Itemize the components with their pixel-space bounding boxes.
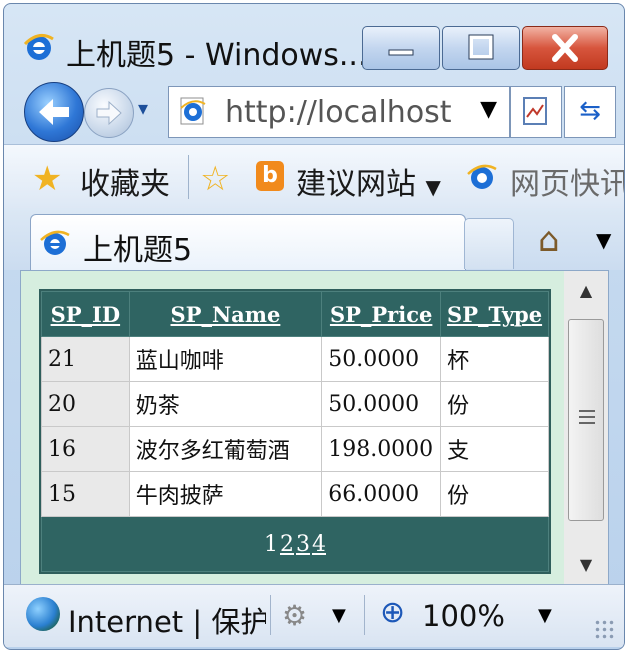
cell-sp-type: 份	[440, 471, 549, 517]
suggested-sites-label: 建议网站	[296, 167, 416, 202]
favorites-button[interactable]: 收藏夹	[80, 159, 170, 203]
refresh-button[interactable]: ⇆	[564, 86, 616, 138]
title-bar: 上机题5 - Windows...	[4, 4, 624, 82]
grid-header-row: SP_ID SP_Name SP_Price SP_Type	[41, 291, 549, 337]
home-icon: ⌂	[538, 220, 560, 260]
sort-sp-type-link[interactable]: SP_Type	[440, 291, 549, 337]
zoom-magnifier-icon[interactable]: ⊕	[380, 595, 405, 630]
cell-sp-price: 50.0000	[321, 336, 442, 382]
forward-arrow-icon	[96, 100, 122, 126]
recent-pages-dropdown-icon[interactable]: ▾	[138, 96, 148, 120]
sort-sp-price-link[interactable]: SP_Price	[321, 291, 442, 337]
web-slice-icon	[467, 164, 497, 189]
address-dropdown-icon[interactable]: ▼	[480, 97, 497, 122]
products-grid: SP_ID SP_Name SP_Price SP_Type 21 蓝山咖啡 5…	[39, 289, 551, 574]
cell-sp-name: 波尔多红葡萄酒	[128, 426, 323, 472]
scroll-thumb[interactable]	[568, 319, 604, 521]
minimize-icon	[388, 49, 414, 56]
address-bar[interactable]: http://localhost:5 ▼	[168, 86, 510, 138]
chevron-down-icon: ▼	[425, 175, 441, 199]
vertical-scrollbar[interactable]: ▲ ▼	[564, 270, 609, 586]
divider	[188, 155, 189, 199]
home-dropdown-icon[interactable]: ▼	[596, 228, 611, 252]
divider	[364, 595, 365, 635]
favorites-star-icon[interactable]: ★	[32, 159, 62, 199]
cell-sp-price: 198.0000	[321, 426, 442, 472]
scroll-up-icon[interactable]: ▲	[564, 271, 608, 311]
ie-tab-icon	[40, 230, 70, 255]
security-zone[interactable]: Internet | 保护模式	[68, 599, 266, 641]
pager: 1234	[41, 516, 549, 572]
cell-sp-id: 15	[41, 471, 130, 517]
page-1-current: 1	[264, 531, 278, 557]
scroll-down-icon[interactable]: ▼	[564, 545, 608, 585]
minimize-button[interactable]	[362, 26, 440, 70]
close-button[interactable]	[522, 26, 608, 70]
tab-row: 上机题5 ⌂ ▼	[4, 208, 624, 271]
compatibility-view-button[interactable]	[510, 86, 562, 138]
close-icon	[552, 34, 578, 62]
table-row: 15 牛肉披萨 66.0000 份	[41, 471, 549, 517]
page-4-link[interactable]: 4	[311, 532, 327, 557]
maximize-button[interactable]	[442, 26, 520, 70]
cell-sp-id: 21	[41, 336, 130, 382]
page-2-link[interactable]: 2	[279, 532, 295, 557]
status-bar: Internet | 保护模式 ⚙ ▼ ⊕ 100% ▼	[4, 584, 624, 647]
sort-sp-id-link[interactable]: SP_ID	[41, 291, 130, 337]
favorites-bar: ★ 收藏夹 ☆ b 建议网站 ▼ 网页快讯	[4, 144, 624, 209]
cell-sp-type: 杯	[440, 336, 549, 382]
pager-row: 1234	[41, 516, 549, 572]
cell-sp-name: 牛肉披萨	[128, 471, 323, 517]
table-row: 16 波尔多红葡萄酒 198.0000 支	[41, 426, 549, 472]
popup-dropdown-icon[interactable]: ▼	[332, 605, 346, 626]
suggested-sites-button[interactable]: 建议网站 ▼	[296, 159, 441, 203]
cell-sp-id: 20	[41, 381, 130, 427]
popup-blocker-icon[interactable]: ⚙	[282, 599, 307, 632]
cell-sp-name: 奶茶	[128, 381, 323, 427]
maximize-icon	[468, 34, 494, 60]
page-content: SP_ID SP_Name SP_Price SP_Type 21 蓝山咖啡 5…	[20, 270, 566, 586]
divider	[270, 595, 271, 635]
cell-sp-price: 50.0000	[321, 381, 442, 427]
cell-sp-price: 66.0000	[321, 471, 442, 517]
resize-grip-icon[interactable]	[594, 619, 616, 641]
page-icon	[180, 97, 206, 125]
browser-window: 上机题5 - Windows... ▾ http://localhost:5 ▼…	[3, 3, 625, 650]
refresh-icon: ⇆	[579, 96, 601, 126]
forward-button[interactable]	[84, 88, 134, 138]
back-arrow-icon	[39, 99, 69, 125]
window-title: 上机题5 - Windows...	[66, 38, 368, 73]
cell-sp-type: 支	[440, 426, 549, 472]
table-row: 20 奶茶 50.0000 份	[41, 381, 549, 427]
zoom-dropdown-icon[interactable]: ▼	[538, 605, 552, 626]
tab-current[interactable]: 上机题5	[30, 214, 466, 271]
cell-sp-name: 蓝山咖啡	[128, 336, 323, 382]
ie-logo-icon	[23, 33, 54, 60]
suggested-sites-icon: b	[256, 161, 284, 191]
grip-icon	[579, 410, 595, 428]
table-row: 21 蓝山咖啡 50.0000 杯	[41, 336, 549, 382]
back-button[interactable]	[24, 82, 84, 142]
internet-zone-icon	[26, 597, 60, 631]
compatibility-view-icon	[523, 97, 547, 125]
cell-sp-type: 份	[440, 381, 549, 427]
tab-title: 上机题5	[83, 233, 193, 268]
web-slice-gallery-button[interactable]: 网页快讯	[510, 159, 624, 203]
address-input[interactable]: http://localhost:5	[225, 95, 453, 130]
cell-sp-id: 16	[41, 426, 130, 472]
home-button[interactable]: ⌂	[538, 220, 560, 260]
add-to-favorites-icon[interactable]: ☆	[200, 159, 230, 199]
zoom-level[interactable]: 100%	[422, 599, 505, 633]
page-3-link[interactable]: 3	[295, 532, 311, 557]
new-tab-button[interactable]	[464, 218, 514, 269]
sort-sp-name-link[interactable]: SP_Name	[128, 291, 323, 337]
